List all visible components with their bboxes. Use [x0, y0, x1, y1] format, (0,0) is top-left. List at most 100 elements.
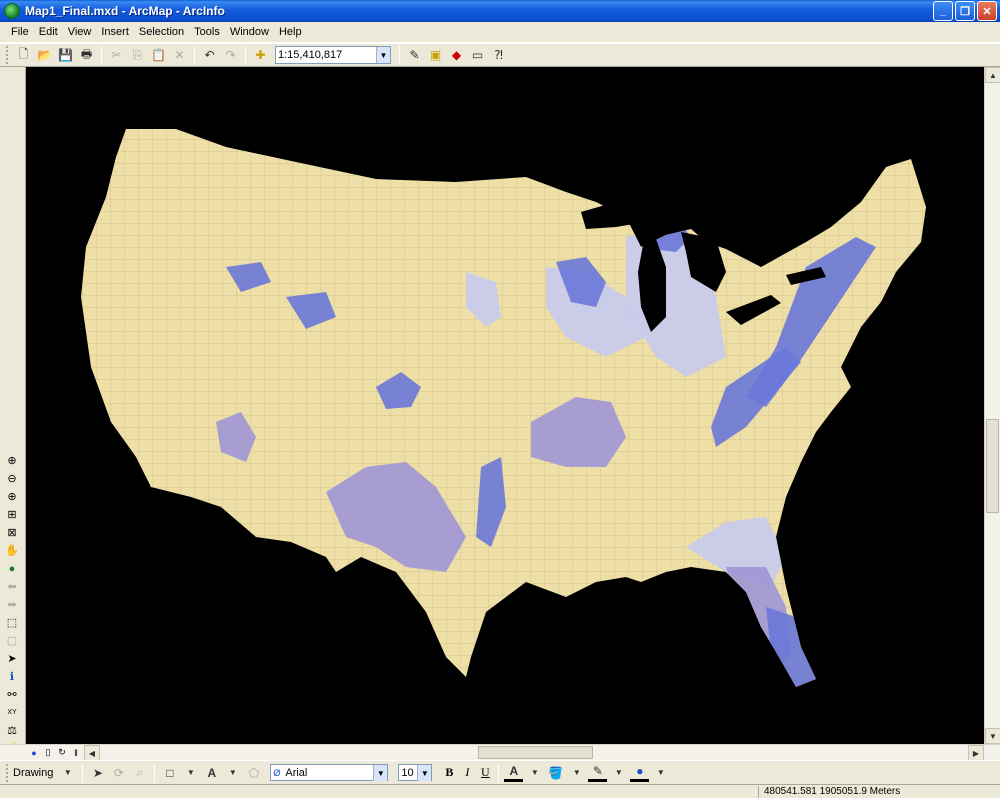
save-icon[interactable]: 💾 — [56, 46, 75, 65]
line-color-dropdown-icon[interactable]: ▼ — [609, 763, 628, 782]
vertical-scrollbar[interactable]: ▲ ▼ — [984, 67, 1000, 744]
rectangle-dropdown-icon[interactable]: ▼ — [181, 763, 200, 782]
vertical-scroll-thumb[interactable] — [986, 419, 999, 513]
menu-view[interactable]: View — [63, 26, 97, 38]
fill-color-bucket-icon[interactable]: 🪣 — [546, 763, 565, 782]
line-color-pen-icon[interactable]: ✎ — [588, 763, 608, 782]
identify-icon[interactable]: ℹ — [3, 668, 21, 685]
drawing-menu[interactable]: Drawing — [13, 767, 53, 779]
delete-icon[interactable]: ✕ — [170, 46, 189, 65]
select-elements-icon[interactable]: ➤ — [3, 650, 21, 667]
forward-arrow-icon[interactable]: ➡ — [3, 596, 21, 613]
back-arrow-icon[interactable]: ⬅ — [3, 578, 21, 595]
scroll-right-arrow-icon[interactable]: ▶ — [968, 745, 984, 761]
toolbar-separator — [101, 46, 102, 64]
menu-tools[interactable]: Tools — [189, 26, 225, 38]
go-to-xy-icon[interactable]: XY — [3, 704, 21, 721]
toolbar-separator — [399, 46, 400, 64]
font-size-value: 10 — [401, 766, 414, 779]
select-elements-arrow-icon[interactable]: ➤ — [88, 763, 107, 782]
data-view-globe-icon[interactable]: ● — [28, 747, 40, 759]
cut-icon[interactable]: ✂ — [107, 46, 126, 65]
refresh-icon[interactable]: ↻ — [56, 747, 68, 759]
pause-drawing-icon[interactable]: ‖ — [70, 747, 82, 759]
map-scale-value: 1:15,410,817 — [278, 49, 343, 61]
aquifer-region — [766, 607, 816, 687]
scroll-left-arrow-icon[interactable]: ◀ — [84, 745, 100, 761]
copy-icon[interactable]: ⎘ — [128, 46, 147, 65]
close-button[interactable]: ✕ — [977, 1, 997, 21]
toolbar-separator — [194, 46, 195, 64]
fixed-zoom-icon[interactable]: ⊠ — [3, 524, 21, 541]
restore-button[interactable]: ❐ — [955, 1, 975, 21]
scroll-down-arrow-icon[interactable]: ▼ — [985, 728, 1000, 744]
map-display[interactable] — [26, 67, 984, 744]
whats-this-help-icon[interactable]: ⁈ — [489, 46, 508, 65]
font-size-combo[interactable]: 10 ▼ — [398, 764, 433, 781]
map-scale-combo[interactable]: 1:15,410,817 ▼ — [275, 46, 391, 64]
marker-color-dropdown-icon[interactable]: ▼ — [651, 763, 670, 782]
clear-selection-icon[interactable]: ▢ — [3, 632, 21, 649]
font-color-dropdown-icon[interactable]: ▼ — [525, 763, 544, 782]
chevron-down-icon[interactable]: ▼ — [373, 765, 388, 781]
zoom-in-icon[interactable]: ⊕ — [3, 452, 21, 469]
redo-icon[interactable]: ↷ — [221, 46, 240, 65]
marker-color-icon[interactable]: ● — [630, 763, 650, 782]
select-features-icon[interactable]: ⬚ — [3, 614, 21, 631]
rotate-icon[interactable]: ⟳ — [109, 763, 128, 782]
rectangle-tool-icon[interactable]: □ — [160, 763, 179, 782]
font-type-icon: Ø — [273, 767, 281, 778]
measure-icon[interactable]: ⚖ — [3, 722, 21, 739]
horizontal-scrollbar[interactable]: ● ▯ ↻ ‖ ◀ ▶ — [0, 744, 1000, 761]
minimize-button[interactable]: _ — [933, 1, 953, 21]
arccatalog-icon[interactable]: ▣ — [426, 46, 445, 65]
fill-color-dropdown-icon[interactable]: ▼ — [567, 763, 586, 782]
window-controls: _ ❐ ✕ — [933, 1, 997, 21]
paste-icon[interactable]: 📋 — [149, 46, 168, 65]
toolbar-separator — [154, 763, 156, 782]
command-line-icon[interactable]: ▭ — [468, 46, 487, 65]
font-color-icon[interactable]: A — [504, 763, 524, 782]
toolbar-grip[interactable] — [6, 46, 10, 64]
text-tool-icon[interactable]: A — [202, 763, 221, 782]
menu-selection[interactable]: Selection — [134, 26, 189, 38]
text-dropdown-icon[interactable]: ▼ — [223, 763, 242, 782]
arcmap-globe-icon — [4, 3, 20, 19]
pan-hand-icon[interactable]: ✋ — [3, 542, 21, 559]
font-name-value: Arial — [285, 766, 308, 779]
layout-view-page-icon[interactable]: ▯ — [42, 747, 54, 759]
chevron-down-icon[interactable]: ▼ — [376, 47, 390, 63]
fixed-zoom-in-icon[interactable]: ⊕ — [3, 488, 21, 505]
fixed-zoom-out-icon[interactable]: ⊞ — [3, 506, 21, 523]
full-extent-globe-icon[interactable]: ● — [3, 560, 21, 577]
print-icon[interactable]: 🖶 — [77, 46, 96, 65]
drawing-menu-dropdown-icon[interactable]: ▼ — [58, 763, 77, 782]
toolbar-separator — [82, 763, 84, 782]
chevron-down-icon[interactable]: ▼ — [417, 765, 432, 781]
new-document-icon[interactable]: 🗋 — [14, 46, 33, 65]
window-title: Map1_Final.mxd - ArcMap - ArcInfo — [25, 4, 225, 18]
toolbar-grip[interactable] — [6, 763, 10, 782]
open-folder-icon[interactable]: 📂 — [35, 46, 54, 65]
menu-edit[interactable]: Edit — [34, 26, 63, 38]
menu-bar: File Edit View Insert Selection Tools Wi… — [0, 22, 1000, 43]
undo-icon[interactable]: ↶ — [200, 46, 219, 65]
find-binoculars-icon[interactable]: ⚯ — [3, 686, 21, 703]
font-name-combo[interactable]: Ø Arial ▼ — [270, 764, 389, 781]
menu-insert[interactable]: Insert — [96, 26, 134, 38]
menu-file[interactable]: File — [6, 26, 34, 38]
editor-toolbar-icon[interactable]: ✎ — [405, 46, 424, 65]
menu-help[interactable]: Help — [274, 26, 307, 38]
arctoolbox-icon[interactable]: ◆ — [447, 46, 466, 65]
underline-button[interactable]: U — [476, 764, 494, 782]
us-aquifer-map — [81, 129, 926, 687]
bold-button[interactable]: B — [440, 764, 458, 782]
menu-window[interactable]: Window — [225, 26, 274, 38]
italic-button[interactable]: I — [458, 764, 476, 782]
zoom-out-icon[interactable]: ⊖ — [3, 470, 21, 487]
add-data-icon[interactable]: ✚ — [251, 46, 270, 65]
zoom-to-selected-icon[interactable]: ⌕ — [130, 763, 149, 782]
edit-vertices-icon[interactable]: ⬠ — [244, 763, 263, 782]
horizontal-scroll-thumb[interactable] — [478, 746, 593, 759]
scroll-up-arrow-icon[interactable]: ▲ — [985, 67, 1000, 83]
